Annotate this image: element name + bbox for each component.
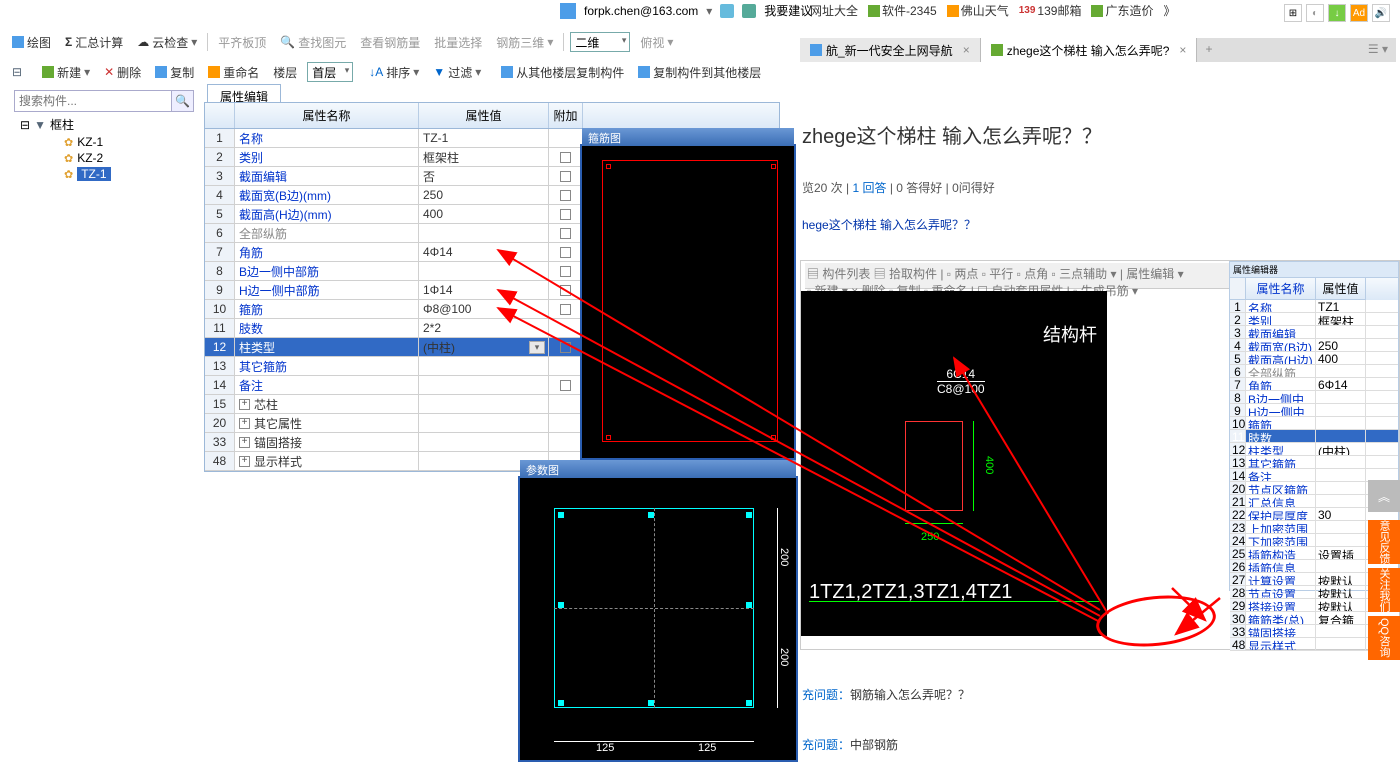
sort-button[interactable]: ↓A排序▾ <box>365 62 423 83</box>
link-139[interactable]: 139139邮箱 <box>1019 2 1082 19</box>
new-tab[interactable]: + <box>1197 38 1220 62</box>
new-button[interactable]: 新建▾ <box>38 62 94 83</box>
grid-icon[interactable]: ⊞ <box>1284 4 1302 22</box>
question-stats: 览20 次 | 1 回答 | 0 答得好 | 0问得好 <box>802 179 1396 196</box>
rename-button[interactable]: 重命名 <box>204 62 263 83</box>
link-soft[interactable]: 软件-2345 <box>868 2 937 19</box>
ad-icon[interactable]: Ad <box>1350 4 1368 22</box>
flat-button[interactable]: 平齐板顶 <box>214 32 270 53</box>
stirrup-diagram: 箍筋图 <box>580 144 796 460</box>
draw-button[interactable]: 绘图 <box>8 32 55 53</box>
user-icon <box>560 3 576 19</box>
dl-icon[interactable]: ↓ <box>1328 4 1346 22</box>
link-weather[interactable]: 佛山天气 <box>947 2 1009 19</box>
tree-toggle[interactable]: ⊟ <box>8 63 26 81</box>
rebar3d-button[interactable]: 钢筋三维▾ <box>492 32 557 53</box>
copyfrom-button[interactable]: 从其他楼层复制构件 <box>497 62 628 83</box>
scroll-top[interactable]: ︽ <box>1368 480 1400 512</box>
answer-screenshot: ▤ 构件列表 ▤ 拾取构件 | ▫ 两点 ▫ 平行 ▫ 点角 ▫ 三点辅助 ▾ … <box>800 260 1400 650</box>
look-button[interactable]: 俯视▾ <box>636 32 677 53</box>
component-tree: ⊟▼框柱 ✿KZ-1 ✿KZ-2 ✿TZ-1 <box>20 115 200 182</box>
search-button[interactable]: 🔍 <box>172 90 194 112</box>
tree-tz1[interactable]: ✿TZ-1 <box>64 166 200 182</box>
filter-button[interactable]: ▼过滤▾ <box>429 62 485 83</box>
tree-root[interactable]: ⊟▼框柱 <box>20 115 200 134</box>
link-sites[interactable]: 网址大全 <box>810 2 858 19</box>
search-input[interactable] <box>14 90 172 112</box>
del-button[interactable]: ✕删除 <box>100 62 145 83</box>
link-more[interactable]: 》 <box>1163 2 1175 19</box>
tab-question[interactable]: zhege这个梯柱 输入怎么弄呢?× <box>981 38 1198 62</box>
bulb-icon <box>720 4 734 18</box>
header-name: 属性名称 <box>235 103 419 128</box>
tree-kz1[interactable]: ✿KZ-1 <box>64 134 200 150</box>
header-value: 属性值 <box>419 103 549 128</box>
user-email: forpk.chen@163.com <box>584 4 698 18</box>
follow-button[interactable]: 关注我们 <box>1368 568 1400 612</box>
tab-nav[interactable]: 航_新一代安全上网导航× <box>800 38 981 62</box>
qq-button[interactable]: QQ咨询 <box>1368 616 1400 660</box>
sum-button[interactable]: Σ汇总计算 <box>61 32 127 53</box>
header-add: 附加 <box>549 103 583 128</box>
copyto-button[interactable]: 复制构件到其他楼层 <box>634 62 765 83</box>
feedback-button[interactable]: 意见反馈 <box>1368 520 1400 564</box>
view2d-dropdown[interactable]: 二维 <box>570 32 630 52</box>
question-title: zhege这个梯柱 输入怎么弄呢？？ <box>802 120 1396 149</box>
suggest-link[interactable]: 我要建议 <box>764 2 812 19</box>
tree-kz2[interactable]: ✿KZ-2 <box>64 150 200 166</box>
find-button[interactable]: 🔍查找图元 <box>276 32 350 53</box>
circle-icon[interactable]: ◐ <box>1306 4 1324 22</box>
vol-icon[interactable]: 🔊 <box>1372 4 1390 22</box>
floor-dropdown[interactable]: 首层 <box>307 62 353 82</box>
question-subtitle: hege这个梯柱 输入怎么弄呢？？ <box>802 216 1396 233</box>
rebar-button[interactable]: 查看钢筋量 <box>356 32 424 53</box>
param-diagram: 参数图 125 125 200 200 <box>518 476 798 762</box>
link-price[interactable]: 广东造价 <box>1091 2 1153 19</box>
copy-button[interactable]: 复制 <box>151 62 198 83</box>
floor-button[interactable]: 楼层 <box>269 62 301 83</box>
tab-menu[interactable]: ☰ ▾ <box>1360 38 1396 62</box>
cloud-button[interactable]: ☁云检查▾ <box>133 32 201 53</box>
msg-icon[interactable] <box>742 4 756 18</box>
batch-button[interactable]: 批量选择 <box>430 32 486 53</box>
